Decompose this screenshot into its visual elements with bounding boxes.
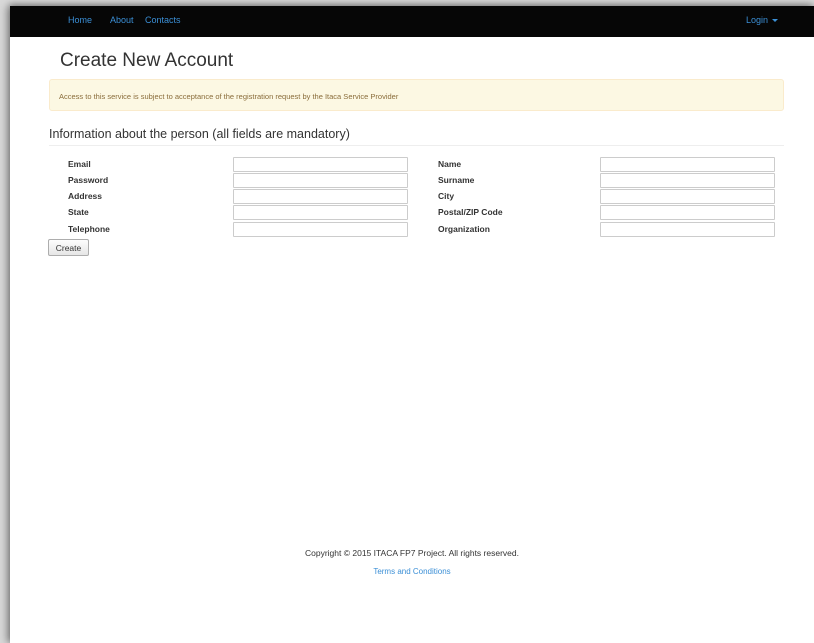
terms-link[interactable]: Terms and Conditions [10,567,814,576]
login-dropdown[interactable]: Login [746,15,778,25]
state-label: State [68,207,89,217]
state-field[interactable] [233,205,408,220]
name-label: Name [438,159,462,169]
footer-copyright: Copyright © 2015 ITACA FP7 Project. All … [305,548,519,558]
nav-home-link[interactable]: Home [68,15,92,25]
page-title: Create New Account [60,50,234,71]
caret-down-icon [772,19,778,23]
organization-label: Organization [438,224,490,234]
address-label: Address [68,191,103,201]
telephone-field[interactable] [233,222,408,237]
email-label: Email [68,159,91,169]
organization-field[interactable] [600,222,775,237]
telephone-label: Telephone [68,224,110,234]
email-field[interactable] [233,157,408,172]
password-label: Password [68,175,109,185]
create-button[interactable]: Create [48,239,89,256]
info-alert: Access to this service is subject to acc… [49,79,784,111]
address-field[interactable] [233,189,408,204]
browser-window: Home About Contacts Login Create New Acc… [10,6,814,643]
nav-about-link[interactable]: About [110,15,134,25]
surname-field[interactable] [600,173,775,188]
city-field[interactable] [600,189,775,204]
postal-code-label: Postal/ZIP Code [438,207,503,217]
name-field[interactable] [600,157,775,172]
section-divider [49,145,784,146]
postal-code-field[interactable] [600,205,775,220]
password-field[interactable] [233,173,408,188]
login-label: Login [745,15,768,25]
surname-label: Surname [438,175,475,185]
nav-contacts-link[interactable]: Contacts [145,15,181,25]
section-title: Information about the person (all fields… [49,127,350,141]
top-navbar: Home About Contacts Login [10,6,814,37]
city-label: City [438,191,455,201]
